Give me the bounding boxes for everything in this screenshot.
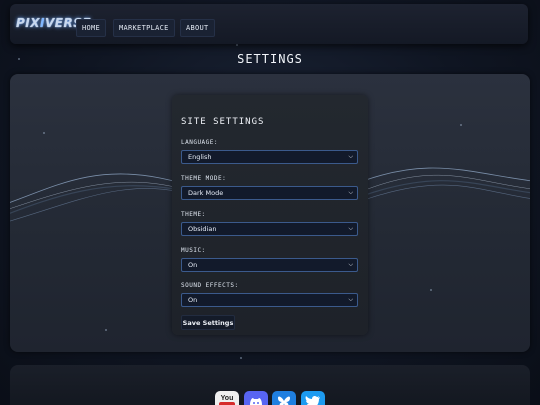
sound-effects-select[interactable]: On ⌵: [181, 293, 358, 307]
music-select[interactable]: On ⌵: [181, 258, 358, 272]
top-navbar: PIXIVERSE HOME MARKETPLACE ABOUT: [10, 4, 528, 44]
chevron-down-icon: ⌵: [348, 296, 353, 303]
theme-mode-label: THEME MODE:: [181, 175, 227, 182]
nav-marketplace-link[interactable]: MARKETPLACE: [113, 19, 175, 37]
footer: [10, 365, 530, 405]
discord-icon[interactable]: [244, 391, 268, 405]
nav-home-link[interactable]: HOME: [76, 19, 107, 37]
language-select[interactable]: English ⌵: [181, 150, 358, 164]
settings-card-title: SITE SETTINGS: [181, 117, 265, 127]
language-label: LANGUAGE:: [181, 139, 219, 146]
chevron-down-icon: ⌵: [348, 225, 353, 232]
theme-label: THEME:: [181, 211, 206, 218]
theme-mode-select[interactable]: Dark Mode ⌵: [181, 186, 358, 200]
theme-select-value: Obsidian: [188, 225, 217, 233]
save-settings-button[interactable]: Save Settings: [181, 315, 235, 330]
theme-mode-select-value: Dark Mode: [188, 189, 224, 197]
page-title: SETTINGS: [237, 52, 303, 66]
theme-select[interactable]: Obsidian ⌵: [181, 222, 358, 236]
chevron-down-icon: ⌵: [348, 153, 353, 160]
youtube-icon[interactable]: You: [215, 391, 239, 405]
bluesky-icon[interactable]: [272, 391, 296, 405]
language-select-value: English: [188, 153, 212, 161]
nav-about-link[interactable]: ABOUT: [180, 19, 215, 37]
music-select-value: On: [188, 261, 198, 269]
chevron-down-icon: ⌵: [348, 189, 353, 196]
music-label: MUSIC:: [181, 247, 206, 254]
sound-effects-select-value: On: [188, 296, 198, 304]
youtube-icon-text: You: [221, 395, 234, 402]
chevron-down-icon: ⌵: [348, 261, 353, 268]
twitter-icon[interactable]: [301, 391, 325, 405]
sound-effects-label: SOUND EFFECTS:: [181, 282, 239, 289]
